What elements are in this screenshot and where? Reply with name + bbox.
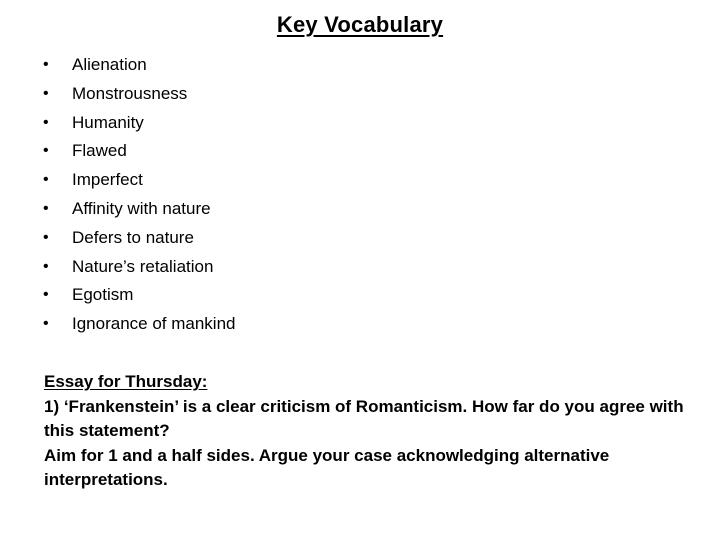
bullet-icon: •	[43, 84, 49, 102]
vocabulary-term: Flawed	[72, 141, 127, 161]
essay-section: Essay for Thursday: 1) ‘Frankenstein’ is…	[44, 370, 684, 493]
vocabulary-term: Nature’s retaliation	[72, 256, 214, 276]
essay-instructions: Aim for 1 and a half sides. Argue your c…	[44, 445, 610, 490]
vocabulary-term: Ignorance of mankind	[72, 314, 236, 334]
bullet-icon: •	[43, 315, 49, 333]
essay-question: 1) ‘Frankenstein’ is a clear criticism o…	[44, 396, 684, 441]
vocabulary-term: Defers to nature	[72, 227, 194, 247]
vocabulary-term: Imperfect	[72, 170, 143, 190]
bullet-icon: •	[43, 56, 49, 73]
vocabulary-term: Egotism	[72, 285, 134, 305]
bullet-icon: •	[43, 199, 49, 217]
bullet-icon: •	[43, 257, 49, 275]
bullet-icon: •	[43, 142, 49, 160]
bullet-icon: •	[43, 228, 49, 246]
vocabulary-term: Affinity with nature	[72, 198, 211, 218]
page-title: Key Vocabulary	[0, 12, 720, 38]
page-title-text: Key Vocabulary	[276, 12, 444, 37]
bullet-icon: •	[43, 113, 49, 131]
vocabulary-term: Monstrousness	[72, 83, 188, 103]
vocabulary-term: Humanity	[72, 112, 144, 132]
essay-heading: Essay for Thursday:	[44, 372, 208, 391]
bullet-icon: •	[43, 286, 49, 304]
vocabulary-term: Alienation	[72, 55, 147, 74]
bullet-icon: •	[43, 171, 49, 189]
